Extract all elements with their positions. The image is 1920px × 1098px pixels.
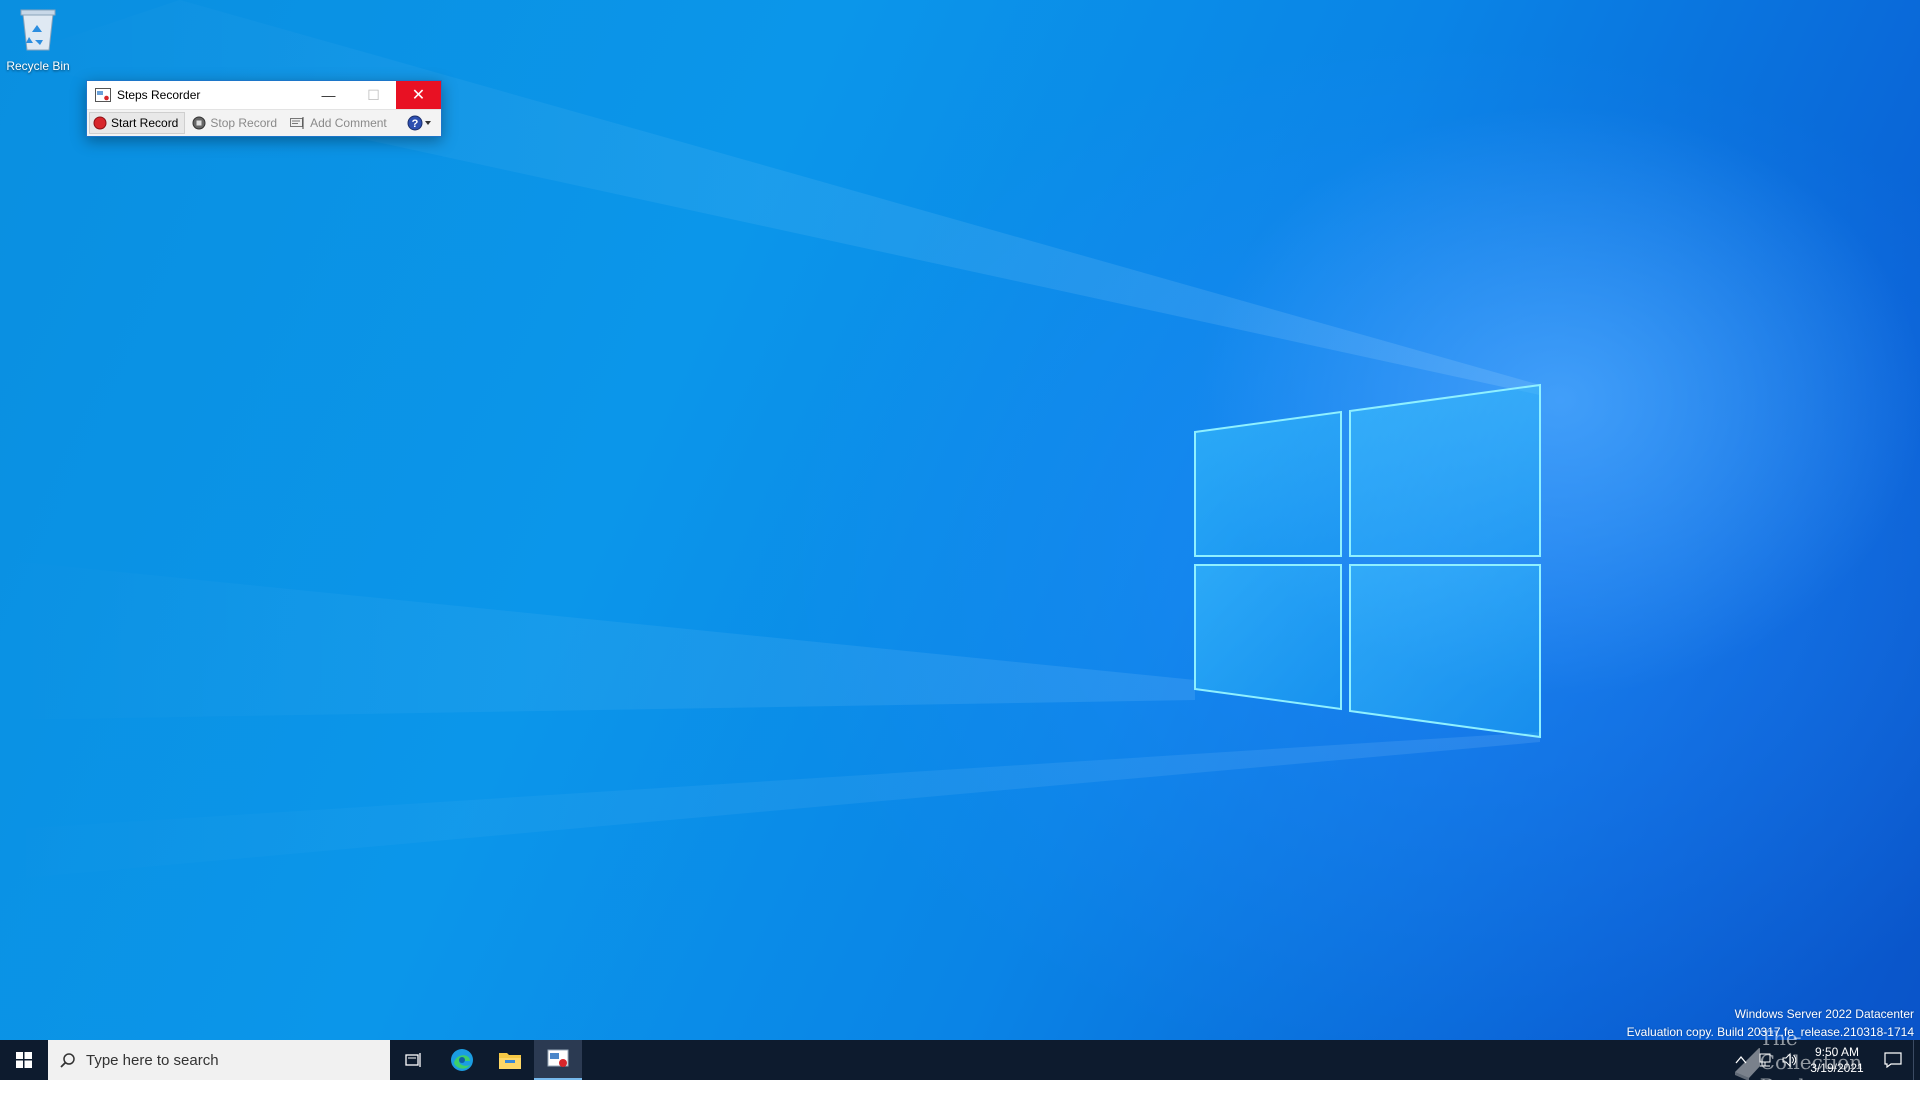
help-dropdown[interactable]: ? [407,115,433,131]
recorder-toolbar: Start Record Stop Record Add Comment ? [87,109,441,136]
volume-button[interactable] [1777,1052,1801,1068]
recycle-bin-icon [20,9,56,51]
show-desktop-button[interactable] [1913,1040,1920,1080]
taskbar: Type here to search The Collection Book … [0,1026,1920,1098]
close-icon: ✕ [411,87,426,104]
clock-time: 9:50 AM [1814,1045,1860,1059]
network-icon [1759,1053,1771,1067]
volume-icon [1782,1052,1797,1068]
chevron-up-icon [1735,1055,1747,1064]
watermark-edition: Windows Server 2022 Datacenter [1734,1007,1914,1021]
os-watermark: Windows Server 2022 Datacenter Evaluatio… [1627,1005,1914,1040]
task-view-icon [405,1053,421,1067]
minimize-button[interactable]: — [306,81,351,109]
start-button[interactable] [0,1040,48,1080]
window-title: Steps Recorder [117,88,201,102]
maximize-icon: ☐ [367,86,380,103]
record-icon [93,116,107,130]
maximize-button[interactable]: ☐ [351,81,396,109]
recycle-bin-shortcut[interactable]: Recycle Bin [4,6,72,73]
file-explorer-icon [499,1053,521,1069]
search-box[interactable]: Type here to search [48,1040,390,1080]
clock[interactable]: 9:50 AM 3/19/2021 [1801,1044,1873,1076]
svg-text:?: ? [411,118,418,130]
search-icon [60,1052,76,1068]
steps-recorder-app-icon [95,88,111,102]
minimize-icon: — [321,87,336,103]
stop-icon [192,116,206,130]
help-icon: ? [407,115,423,131]
recycle-bin-label: Recycle Bin [6,59,70,73]
watermark-build: Evaluation copy. Build 20317.fe_release.… [1626,1025,1914,1039]
steps-recorder-taskbar-button[interactable] [534,1040,582,1080]
start-record-label: Start Record [111,116,179,130]
clock-date: 3/19/2021 [1810,1061,1864,1075]
system-tray: The Collection Book 9:50 AM 3/19/2021 [1729,1026,1920,1098]
close-button[interactable]: ✕ [396,81,441,109]
windows-logo-icon [16,1052,32,1068]
task-view-button[interactable] [390,1040,438,1080]
show-hidden-icons-button[interactable] [1729,1055,1753,1065]
edge-icon [451,1049,473,1071]
steps-recorder-icon [547,1049,569,1067]
stop-record-button[interactable]: Stop Record [189,113,283,133]
comment-icon [290,116,306,130]
add-comment-label: Add Comment [310,116,387,130]
desktop: Recycle Bin Steps Recorder — ☐ ✕ Start R… [0,0,1920,1040]
file-explorer-button[interactable] [486,1040,534,1080]
stop-record-label: Stop Record [210,116,278,130]
notification-icon [1884,1052,1902,1068]
edge-button[interactable] [438,1040,486,1080]
wallpaper-graphic [0,0,1541,880]
start-record-button[interactable]: Start Record [89,112,186,134]
network-button[interactable] [1753,1052,1777,1068]
add-comment-button[interactable]: Add Comment [287,113,393,133]
notification-button[interactable] [1873,1052,1913,1068]
title-bar[interactable]: Steps Recorder — ☐ ✕ [87,81,441,109]
chevron-down-icon [424,121,431,125]
search-placeholder: Type here to search [86,1051,219,1069]
steps-recorder-window[interactable]: Steps Recorder — ☐ ✕ Start Record Stop R… [86,80,442,137]
